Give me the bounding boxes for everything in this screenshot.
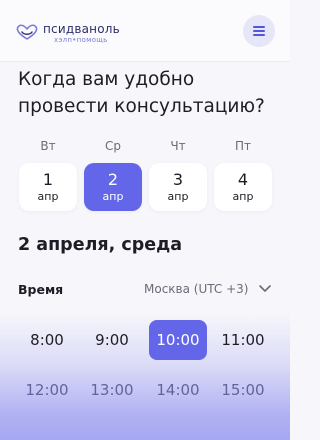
date-day-number: 1 xyxy=(42,170,54,189)
time-slot-0900[interactable]: 9:00 xyxy=(83,320,141,360)
date-option-apr-2[interactable]: 2 апр xyxy=(84,163,142,211)
date-month: апр xyxy=(232,190,254,203)
time-slot-0800[interactable]: 8:00 xyxy=(18,320,76,360)
date-month: апр xyxy=(102,190,124,203)
page-title: Когда вам удобно провести консультацию? xyxy=(18,69,265,117)
timezone-select[interactable]: Москва (UTC +3) xyxy=(144,280,274,300)
date-day-number: 2 xyxy=(107,170,119,189)
weekday-label-wed: Ср xyxy=(105,139,121,153)
time-section-label: Время xyxy=(18,282,64,297)
brand-name: псидваноль xyxy=(43,22,120,36)
weekday-label-thu: Чт xyxy=(170,139,186,153)
date-day-number: 3 xyxy=(172,170,184,189)
time-slot-1500[interactable]: 15:00 xyxy=(214,370,272,410)
brand-logo[interactable]: псидваноль хэлп•помощь xyxy=(15,20,125,48)
date-option-apr-4[interactable]: 4 апр xyxy=(214,163,272,211)
logo-mark-icon xyxy=(16,24,38,40)
time-slot-1200[interactable]: 12:00 xyxy=(18,370,76,410)
weekday-label-fri: Пт xyxy=(234,139,251,153)
selected-date-heading: 2 апреля, среда xyxy=(18,235,183,255)
time-slot-1400[interactable]: 14:00 xyxy=(149,370,207,410)
brand-tagline: хэлп•помощь xyxy=(54,36,108,44)
date-month: апр xyxy=(167,190,189,203)
timezone-value: Москва (UTC +3) xyxy=(144,282,249,296)
date-option-apr-1[interactable]: 1 апр xyxy=(19,163,77,211)
time-slot-1000[interactable]: 10:00 xyxy=(149,320,207,360)
menu-button[interactable] xyxy=(243,15,275,47)
time-slot-1100[interactable]: 11:00 xyxy=(214,320,272,360)
date-day-number: 4 xyxy=(237,170,249,189)
weekday-label-tue: Вт xyxy=(40,139,56,153)
date-option-apr-3[interactable]: 3 апр xyxy=(149,163,207,211)
chevron-down-icon xyxy=(259,285,271,292)
app-header: псидваноль хэлп•помощь xyxy=(0,0,290,62)
time-slot-1300[interactable]: 13:00 xyxy=(83,370,141,410)
date-month: апр xyxy=(37,190,59,203)
